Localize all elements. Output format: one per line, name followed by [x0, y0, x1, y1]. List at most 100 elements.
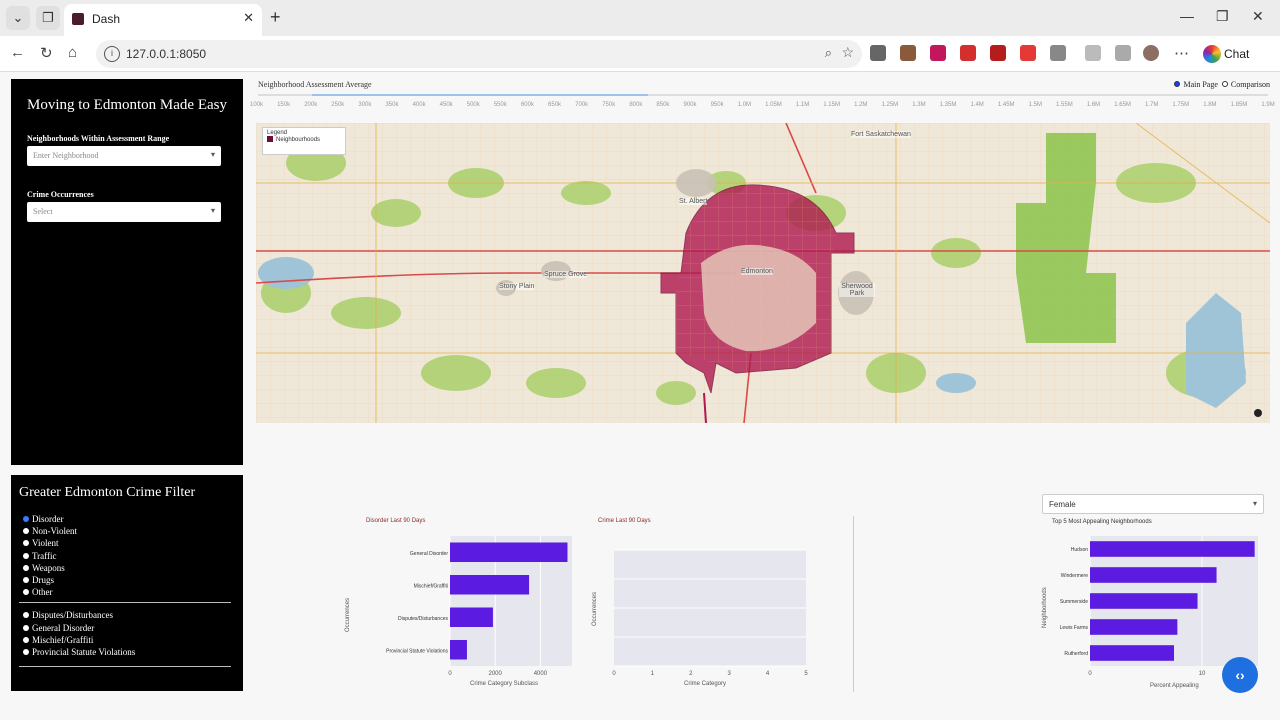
slider-tick-label: 200k	[304, 102, 318, 108]
minimize-icon[interactable]: —	[1180, 8, 1194, 24]
radio-button[interactable]	[23, 540, 29, 547]
crime-y-axis-label: Occurrences	[592, 591, 598, 626]
crime-bar-chart[interactable]: 0 1 2 3 4 5	[602, 530, 814, 680]
crime-type-option[interactable]: Traffic	[23, 550, 243, 562]
history-icon[interactable]	[1115, 45, 1131, 61]
slider-tick-label: 150k	[277, 102, 291, 108]
pdf-extension-icon[interactable]	[960, 45, 976, 61]
neighborhood-map[interactable]: Legend Neighbourhoods Fort Saskatchewan …	[256, 123, 1270, 423]
bar[interactable]	[1090, 567, 1217, 583]
crime-chart-title: Crime Last 90 Days	[598, 518, 651, 524]
slider-tick-label: 1.5M	[1028, 102, 1042, 108]
crime-type-option[interactable]: Violent	[23, 537, 243, 549]
close-tab-icon[interactable]: ✕	[243, 10, 254, 26]
avatar[interactable]	[1143, 45, 1159, 61]
extension-icon[interactable]	[930, 45, 946, 61]
bar[interactable]	[1090, 645, 1174, 661]
demographic-dropdown[interactable]: Female ▾	[1042, 494, 1264, 514]
slider-tick-label: 1.8M	[1203, 102, 1217, 108]
radio-button[interactable]	[23, 528, 29, 535]
chevron-down-icon: ▾	[1252, 499, 1257, 508]
crime-x-axis-label: Crime Category	[684, 681, 727, 687]
x-tick-label: 0	[448, 671, 452, 677]
bar[interactable]	[1090, 619, 1178, 635]
camera-extension-icon[interactable]	[870, 45, 886, 61]
crime-subclass-option[interactable]: Disputes/Disturbances	[23, 609, 243, 621]
x-tick-label: 3	[728, 671, 732, 677]
crime-type-option[interactable]: Other	[23, 586, 243, 598]
crime-type-option[interactable]: Disorder	[23, 513, 243, 525]
crime-type-option[interactable]: Drugs	[23, 574, 243, 586]
crime-type-option-label: Traffic	[32, 550, 57, 561]
extension-icon[interactable]	[900, 45, 916, 61]
chat-button[interactable]: Chat	[1200, 42, 1252, 66]
slider-tick-label: 300k	[358, 102, 372, 108]
map-attribution-icon[interactable]	[1254, 409, 1262, 417]
page-mode-option[interactable]: Main Page	[1174, 80, 1218, 89]
neighborhood-dropdown[interactable]: Enter Neighborhood ▾	[27, 146, 221, 166]
radio-button[interactable]	[23, 564, 29, 571]
crime-dropdown[interactable]: Select ▾	[27, 202, 221, 222]
back-icon[interactable]: ←	[10, 44, 25, 61]
slider-tick-label: 1.55M	[1056, 102, 1073, 108]
top5-bar-chart[interactable]: 0 10 Hudson Windermere Summerside Lewis Farms…	[1048, 530, 1260, 680]
radio-button[interactable]	[1174, 81, 1181, 87]
maximize-icon[interactable]: ❐	[1216, 8, 1229, 25]
site-info-icon[interactable]: i	[104, 46, 120, 62]
radio-button[interactable]	[23, 589, 29, 596]
zoom-icon[interactable]: ⌕	[825, 45, 832, 61]
radio-button[interactable]	[23, 612, 29, 619]
radio-button[interactable]	[23, 552, 29, 559]
disorder-bar-chart[interactable]: 0 2000 4000 General Disorder Mischief/Graffi…	[360, 530, 580, 680]
tab-list-icon[interactable]: ⌄	[6, 6, 30, 30]
dash-debug-button[interactable]: ‹›	[1222, 657, 1258, 693]
shield-extension-icon[interactable]	[990, 45, 1006, 61]
radio-button[interactable]	[23, 577, 29, 584]
bar[interactable]	[450, 575, 530, 595]
bar[interactable]	[450, 607, 493, 628]
crime-type-option-label: Violent	[32, 538, 59, 549]
y-tick-label: Rutherford	[1064, 651, 1088, 657]
bar[interactable]	[1090, 541, 1255, 557]
y-tick-label: Mischief/Graffiti	[414, 583, 448, 589]
close-window-icon[interactable]: ✕	[1252, 8, 1264, 25]
bar[interactable]	[1090, 593, 1198, 609]
crime-subclass-option-label: Mischief/Graffiti	[32, 634, 94, 645]
assessment-range-selection[interactable]	[312, 94, 648, 96]
new-tab-icon[interactable]: +	[270, 7, 281, 28]
slider-tick-label: 700k	[575, 102, 589, 108]
browser-tab[interactable]: Dash ✕	[64, 4, 262, 36]
y-tick-label: Provincial Statute Violations	[386, 648, 448, 654]
slider-tick-label: 450k	[439, 102, 453, 108]
crime-type-option[interactable]: Non-Violent	[23, 525, 243, 537]
radio-button[interactable]	[23, 636, 29, 643]
favorites-icon[interactable]	[1085, 45, 1101, 61]
puzzle-icon[interactable]	[1050, 45, 1066, 61]
crime-subclass-option[interactable]: Mischief/Graffiti	[23, 634, 243, 646]
home-icon[interactable]: ⌂	[68, 44, 77, 61]
tab-groups-icon[interactable]: ❐	[36, 6, 60, 30]
slider-tick-label: 1.85M	[1230, 102, 1248, 108]
radio-button[interactable]	[23, 516, 29, 522]
bookmark-star-icon[interactable]: ☆	[841, 44, 854, 61]
assessment-slider-title: Neighborhood Assessment Average	[258, 80, 372, 89]
radio-button[interactable]	[23, 624, 29, 631]
address-bar[interactable]: i 127.0.0.1:8050 ⌕ ☆	[96, 40, 862, 68]
extension-icon[interactable]	[1020, 45, 1036, 61]
slider-tick-label: 500k	[466, 102, 480, 108]
disorder-chart-title: Disorder Last 90 Days	[366, 518, 426, 524]
crime-type-option[interactable]: Weapons	[23, 562, 243, 574]
x-tick-label: 2	[689, 671, 693, 677]
more-menu-icon[interactable]: ⋯	[1174, 44, 1189, 62]
crime-subclass-option[interactable]: Provincial Statute Violations	[23, 646, 243, 658]
crime-subclass-option[interactable]: General Disorder	[23, 622, 243, 634]
radio-button[interactable]	[1221, 81, 1228, 87]
slider-tick-label: 1.65M	[1114, 102, 1131, 108]
page-mode-radio-group: Main Page Comparison	[1170, 80, 1270, 89]
bar[interactable]	[450, 640, 467, 660]
page-mode-option[interactable]: Comparison	[1221, 80, 1270, 89]
reload-icon[interactable]: ↻	[40, 44, 53, 62]
crime-type-option-label: Disorder	[32, 514, 64, 524]
bar[interactable]	[450, 542, 568, 563]
radio-button[interactable]	[23, 649, 29, 656]
